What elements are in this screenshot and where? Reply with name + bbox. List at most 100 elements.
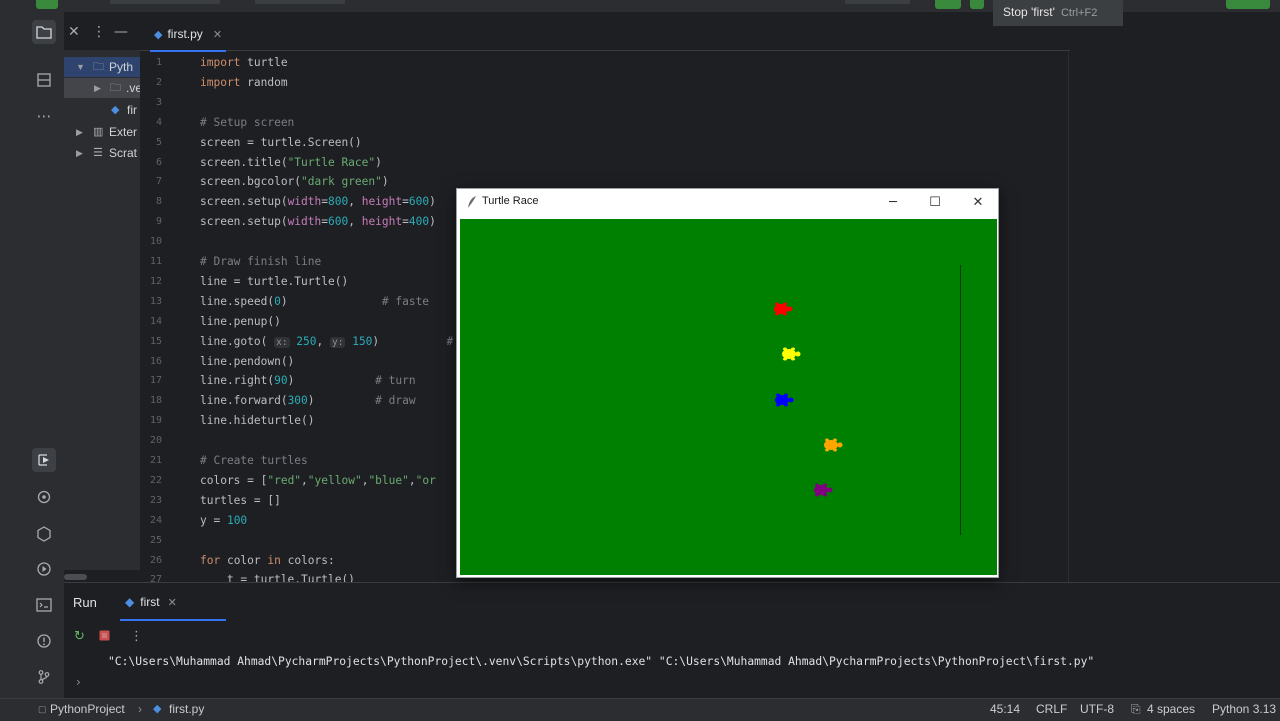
line-number[interactable]: 11 — [140, 256, 162, 267]
line-number[interactable]: 19 — [140, 415, 162, 426]
code-line[interactable]: import turtle — [200, 56, 288, 69]
structure-icon[interactable] — [32, 68, 56, 92]
notifications-button[interactable] — [1226, 0, 1270, 9]
tab-first-py[interactable]: ◆ first.py ✕ — [150, 18, 227, 52]
problems-icon[interactable] — [32, 629, 56, 653]
close-run-tab-icon[interactable]: ✕ — [168, 597, 177, 609]
stop-icon[interactable] — [99, 630, 110, 645]
console-output[interactable]: "C:\Users\Muhammad Ahmad\PycharmProjects… — [108, 655, 1094, 668]
code-line[interactable]: import random — [200, 76, 288, 89]
code-line[interactable]: # Setup screen — [200, 116, 294, 129]
close-icon[interactable]: ✕ — [68, 24, 80, 40]
tree-item-project-root[interactable]: ▼ 🗀 Pyth — [64, 57, 140, 77]
line-number[interactable]: 8 — [140, 196, 162, 207]
line-number[interactable]: 9 — [140, 216, 162, 227]
code-line[interactable]: screen.title("Turtle Race") — [200, 156, 382, 169]
options-icon[interactable]: ⋮ — [92, 24, 106, 40]
line-separator[interactable]: CRLF — [1036, 699, 1067, 720]
code-line[interactable]: # Create turtles — [200, 454, 308, 467]
line-number[interactable]: 1 — [140, 57, 162, 68]
tree-item-external-libraries[interactable]: ▶ ▥ Exter — [64, 122, 140, 142]
tree-item-venv[interactable]: ▶ 🗀 .ve — [64, 78, 140, 98]
code-line[interactable]: y = 100 — [200, 514, 247, 527]
line-number[interactable]: 23 — [140, 495, 162, 506]
caret-position[interactable]: 45:14 — [990, 699, 1020, 720]
project-view-icon[interactable] — [32, 20, 56, 44]
code-line[interactable]: t = turtle.Turtle() — [200, 573, 355, 582]
project-tree-scrollbar[interactable] — [64, 574, 87, 580]
line-number[interactable]: 3 — [140, 97, 162, 108]
tree-item-scratches[interactable]: ▶ ☰ Scrat — [64, 143, 140, 163]
line-number[interactable]: 25 — [140, 535, 162, 546]
more-options-icon[interactable]: ⋮ — [130, 629, 143, 644]
git-branch-icon[interactable] — [32, 665, 56, 689]
line-number[interactable]: 12 — [140, 276, 162, 287]
rerun-icon[interactable]: ↻ — [74, 629, 85, 644]
run-tool-icon[interactable] — [32, 448, 56, 472]
code-line[interactable]: colors = ["red","yellow","blue","or — [200, 474, 436, 487]
close-window-icon[interactable]: ✕ — [965, 193, 991, 213]
minimize-icon[interactable]: — — [114, 24, 128, 40]
line-number[interactable]: 26 — [140, 555, 162, 566]
minimize-window-icon[interactable]: ─ — [880, 193, 906, 213]
run-config-widget[interactable] — [845, 0, 910, 4]
indent-setting[interactable]: 4 spaces — [1147, 699, 1195, 720]
vcs-widget[interactable] — [255, 0, 345, 4]
breadcrumb-project[interactable]: PythonProject — [50, 699, 125, 720]
line-number[interactable]: 4 — [140, 117, 162, 128]
line-number[interactable]: 17 — [140, 375, 162, 386]
tree-item-first-py[interactable]: ◆ fir — [64, 100, 140, 120]
code-line[interactable]: line.penup() — [200, 315, 281, 328]
line-number[interactable]: 15 — [140, 336, 162, 347]
code-line[interactable]: screen.setup(width=800, height=600) — [200, 195, 436, 208]
project-widget[interactable] — [110, 0, 220, 4]
line-number[interactable]: 7 — [140, 176, 162, 187]
chevron-right-icon[interactable]: ▶ — [76, 143, 83, 163]
code-line[interactable]: for color in colors: — [200, 554, 335, 567]
run-button[interactable] — [935, 0, 961, 9]
code-line[interactable]: line.right(90) # turn — [200, 374, 416, 387]
maximize-window-icon[interactable]: ☐ — [922, 193, 948, 213]
code-line[interactable]: line.pendown() — [200, 355, 294, 368]
line-number[interactable]: 22 — [140, 475, 162, 486]
python-interpreter[interactable]: Python 3.13 — [1212, 699, 1276, 720]
line-number[interactable]: 21 — [140, 455, 162, 466]
services-icon[interactable] — [32, 522, 56, 546]
line-number[interactable]: 14 — [140, 316, 162, 327]
code-line[interactable]: turtles = [] — [200, 494, 281, 507]
line-number[interactable]: 5 — [140, 137, 162, 148]
chevron-right-icon[interactable]: ▶ — [76, 122, 83, 142]
code-line[interactable]: # Draw finish line — [200, 255, 321, 268]
python-packages-icon[interactable] — [32, 485, 56, 509]
debug-button[interactable] — [970, 0, 984, 9]
status-bar: ▢ PythonProject › ◆ first.py 45:14 CRLF … — [0, 698, 1280, 721]
code-line[interactable]: line.goto( x: 250, y: 150) # — [200, 335, 453, 348]
chevron-right-icon[interactable]: ▶ — [94, 78, 101, 98]
run-services-icon[interactable] — [32, 557, 56, 581]
line-number[interactable]: 16 — [140, 356, 162, 367]
run-tab-first[interactable]: ◆ first ✕ — [120, 583, 226, 621]
line-number[interactable]: 10 — [140, 236, 162, 247]
line-number[interactable]: 13 — [140, 296, 162, 307]
line-number[interactable]: 2 — [140, 77, 162, 88]
line-number[interactable]: 24 — [140, 515, 162, 526]
chevron-down-icon[interactable]: ▼ — [76, 57, 85, 77]
code-line[interactable]: line = turtle.Turtle() — [200, 275, 348, 288]
line-number[interactable]: 20 — [140, 435, 162, 446]
code-line[interactable]: screen = turtle.Screen() — [200, 136, 362, 149]
code-line[interactable]: screen.bgcolor("dark green") — [200, 175, 389, 188]
code-line[interactable]: line.hideturtle() — [200, 414, 315, 427]
more-tools-icon[interactable]: ⋯ — [32, 104, 56, 128]
code-line[interactable]: screen.setup(width=600, height=400) — [200, 215, 436, 228]
line-number[interactable]: 6 — [140, 157, 162, 168]
close-tab-icon[interactable]: ✕ — [213, 29, 222, 41]
code-line[interactable]: line.forward(300) # draw — [200, 394, 416, 407]
terminal-icon[interactable] — [32, 593, 56, 617]
turtle-race-window[interactable]: Turtle Race ─ ☐ ✕ — [456, 188, 999, 578]
breadcrumb-file[interactable]: first.py — [169, 699, 204, 720]
code-line[interactable]: line.speed(0) # faste — [200, 295, 429, 308]
line-number[interactable]: 18 — [140, 395, 162, 406]
file-encoding[interactable]: UTF-8 — [1080, 699, 1114, 720]
turtle-window-titlebar[interactable]: Turtle Race ─ ☐ ✕ — [457, 189, 998, 217]
line-number[interactable]: 27 — [140, 574, 162, 582]
